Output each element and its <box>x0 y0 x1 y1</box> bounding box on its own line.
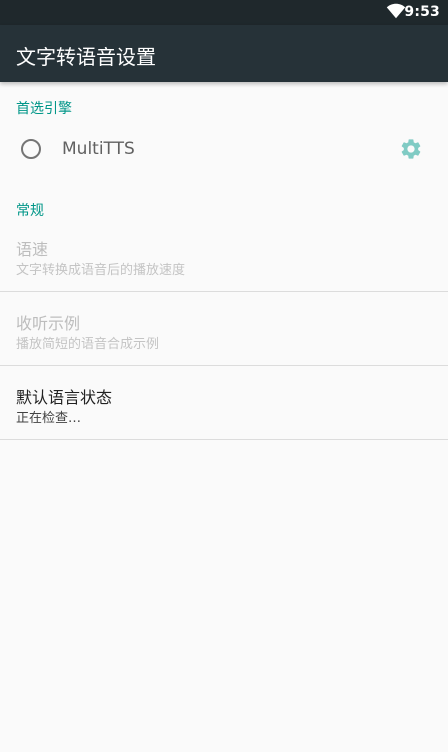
section-header-general: 常规 <box>16 203 44 219</box>
divider <box>0 291 448 292</box>
listen-example-summary: 播放简短的语音合成示例 <box>16 337 160 352</box>
engine-radio-button[interactable] <box>21 139 41 159</box>
engine-row-multitts[interactable]: MultiTTS <box>0 126 448 172</box>
default-language-status-summary: 正在检查… <box>16 411 82 426</box>
status-time: 9:53 <box>404 4 440 20</box>
gear-icon[interactable] <box>399 137 423 161</box>
page-title: 文字转语音设置 <box>16 45 156 69</box>
engine-name: MultiTTS <box>62 139 135 159</box>
divider <box>0 439 448 440</box>
section-header-engine: 首选引擎 <box>16 101 72 117</box>
divider <box>0 365 448 366</box>
status-bar: 9:53 <box>0 0 448 25</box>
app-bar: 文字转语音设置 <box>0 25 448 82</box>
speech-rate-title: 语速 <box>16 240 49 259</box>
listen-example-title: 收听示例 <box>16 314 81 333</box>
default-language-status-title: 默认语言状态 <box>16 388 113 407</box>
wifi-icon <box>386 3 406 19</box>
speech-rate-summary: 文字转换成语音后的播放速度 <box>16 263 186 278</box>
